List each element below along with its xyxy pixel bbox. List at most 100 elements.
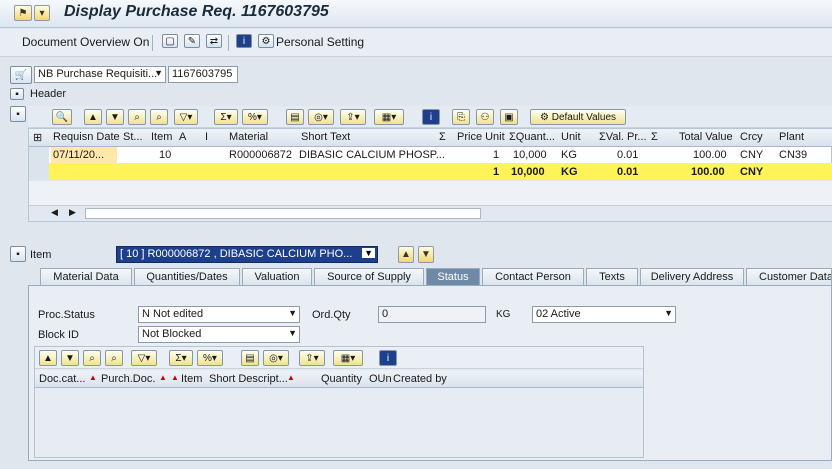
users-icon[interactable]: ⚇ — [476, 109, 494, 125]
valuation-price-cell[interactable]: 0.01 — [617, 149, 638, 161]
tab-valuation[interactable]: Valuation — [242, 268, 312, 285]
block-id-select[interactable]: Not Blocked ▼ — [138, 326, 300, 343]
total-value-cell[interactable]: 100.00 — [693, 149, 727, 161]
info-icon[interactable]: i — [379, 350, 397, 366]
price-unit-cell[interactable]: 1 — [493, 149, 499, 161]
col-total-value[interactable]: Total Value — [679, 131, 733, 143]
col-short-text[interactable]: Short Text — [301, 131, 350, 143]
print-preview-icon[interactable]: ▤ — [286, 109, 304, 125]
plant-cell[interactable]: CN39 — [779, 149, 807, 161]
details-icon[interactable]: 🔍 — [52, 109, 72, 125]
copy-icon[interactable]: ⎘ — [452, 109, 470, 125]
collapse-items-icon[interactable]: ▪ — [10, 106, 26, 122]
filter-icon[interactable]: ▽▾ — [174, 109, 198, 125]
tab-texts[interactable]: Texts — [586, 268, 638, 285]
info-icon[interactable]: i — [422, 109, 440, 125]
shopping-cart-icon[interactable]: 🛒 — [10, 66, 32, 84]
layout-icon[interactable]: ▦▾ — [333, 350, 363, 366]
col-unit[interactable]: Unit — [561, 131, 581, 143]
header-section-label[interactable]: Header — [30, 88, 66, 100]
purchase-req-number-field[interactable]: 1167603795 — [168, 66, 238, 83]
other-document-icon[interactable]: ⇄ — [206, 34, 222, 48]
col-requisn-date[interactable]: Requisn Date — [53, 131, 120, 143]
scroll-thumb[interactable] — [85, 208, 481, 219]
col-account-assignment[interactable]: A — [179, 131, 186, 143]
tab-material-data[interactable]: Material Data — [40, 268, 132, 285]
tab-status[interactable]: Status — [426, 268, 480, 285]
scroll-left-icon[interactable]: ◀ — [51, 207, 58, 218]
personal-setting-button[interactable]: Personal Setting — [276, 35, 364, 49]
currency-cell[interactable]: CNY — [740, 149, 763, 161]
item-cell[interactable]: 10 — [159, 149, 171, 161]
release-status-select[interactable]: 02 Active ▼ — [532, 306, 676, 323]
transaction-icon[interactable]: ⚑ — [14, 5, 32, 21]
ord-qty-field[interactable]: 0 — [378, 306, 486, 323]
views-icon[interactable]: ◎▾ — [308, 109, 334, 125]
expand-header-icon[interactable]: ▪ — [10, 88, 24, 100]
col-currency[interactable]: Crcy — [740, 131, 763, 143]
col-item[interactable]: Item — [181, 373, 202, 385]
col-material[interactable]: Material — [229, 131, 268, 143]
personal-setting-icon[interactable]: ⚙ — [258, 34, 274, 48]
new-document-icon[interactable]: ▢ — [162, 34, 178, 48]
unit-cell[interactable]: KG — [561, 149, 577, 161]
previous-item-icon[interactable]: ▲ — [398, 246, 414, 263]
material-cell[interactable]: R000006872 — [229, 149, 292, 161]
select-all-icon[interactable]: ⊞ — [33, 131, 42, 144]
proc-status-select[interactable]: N Not edited ▼ — [138, 306, 300, 323]
filter-icon[interactable]: ▽▾ — [131, 350, 157, 366]
col-quantity[interactable]: Quantity — [321, 373, 362, 385]
tab-contact-person[interactable]: Contact Person — [482, 268, 584, 285]
menu-dropdown-icon[interactable]: ▾ — [34, 5, 50, 21]
find-icon[interactable]: ⌕ — [128, 109, 146, 125]
col-order-unit[interactable]: OUn — [369, 373, 392, 385]
info-icon[interactable]: i — [236, 34, 252, 48]
col-item-category[interactable]: I — [205, 131, 208, 143]
col-status[interactable]: St... — [123, 131, 143, 143]
col-item[interactable]: Item — [151, 131, 172, 143]
col-plant[interactable]: Plant — [779, 131, 804, 143]
sort-descending-icon[interactable]: ▼ — [106, 109, 124, 125]
row-selector[interactable] — [29, 147, 49, 163]
requisn-date-cell[interactable]: 07/11/20... — [51, 147, 117, 163]
col-doc-category[interactable]: Doc.cat... — [39, 373, 85, 385]
collapse-item-detail-icon[interactable]: ▪ — [10, 246, 26, 262]
find-icon[interactable]: ⌕ — [83, 350, 101, 366]
next-item-icon[interactable]: ▼ — [418, 246, 434, 263]
sort-descending-icon[interactable]: ▼ — [61, 350, 79, 366]
tab-delivery-address[interactable]: Delivery Address — [640, 268, 744, 285]
scroll-right-icon[interactable]: ▶ — [69, 207, 76, 218]
col-quantity[interactable]: ΣQuant... — [509, 131, 555, 143]
default-values-button[interactable]: ⚙ Default Values — [530, 109, 626, 125]
subtotal-icon[interactable]: %▾ — [197, 350, 223, 366]
print-preview-icon[interactable]: ▤ — [241, 350, 259, 366]
tab-source-of-supply[interactable]: Source of Supply — [314, 268, 424, 285]
tab-quantities-dates[interactable]: Quantities/Dates — [134, 268, 240, 285]
clipboard-icon[interactable]: ▣ — [500, 109, 518, 125]
sum-icon[interactable]: Σ▾ — [169, 350, 193, 366]
find-next-icon[interactable]: ⌕ — [105, 350, 123, 366]
col-valuation-price[interactable]: ΣVal. Pr... — [599, 131, 647, 143]
views-icon[interactable]: ◎▾ — [263, 350, 289, 366]
subtotal-icon[interactable]: %▾ — [242, 109, 268, 125]
row-selector[interactable] — [29, 164, 49, 180]
item-select[interactable]: [ 10 ] R000006872 , DIBASIC CALCIUM PHO.… — [116, 246, 378, 263]
sort-ascending-icon[interactable]: ▲ — [39, 350, 57, 366]
col-price-unit[interactable]: Price Unit — [457, 131, 505, 143]
document-overview-button[interactable]: Document Overview On — [22, 35, 149, 49]
layout-icon[interactable]: ▦▾ — [374, 109, 404, 125]
horizontal-scrollbar[interactable]: ◀ ▶ — [29, 205, 832, 221]
col-short-description[interactable]: Short Descript... — [209, 373, 288, 385]
col-created-by[interactable]: Created by — [393, 373, 447, 385]
export-icon[interactable]: ⇪▾ — [299, 350, 325, 366]
sum-icon[interactable]: Σ▾ — [214, 109, 238, 125]
quantity-cell[interactable]: 10,000 — [513, 149, 547, 161]
short-text-cell[interactable]: DIBASIC CALCIUM PHOSP... — [299, 149, 445, 161]
export-icon[interactable]: ⇪▾ — [340, 109, 366, 125]
edit-pencil-icon[interactable]: ✎ — [184, 34, 200, 48]
document-type-select[interactable]: NB Purchase Requisiti... ▼ — [34, 66, 166, 83]
tab-customer-data[interactable]: Customer Data — [746, 268, 832, 285]
sort-ascending-icon[interactable]: ▲ — [84, 109, 102, 125]
col-purch-doc[interactable]: Purch.Doc. — [101, 373, 155, 385]
find-next-icon[interactable]: ⌕ — [150, 109, 168, 125]
